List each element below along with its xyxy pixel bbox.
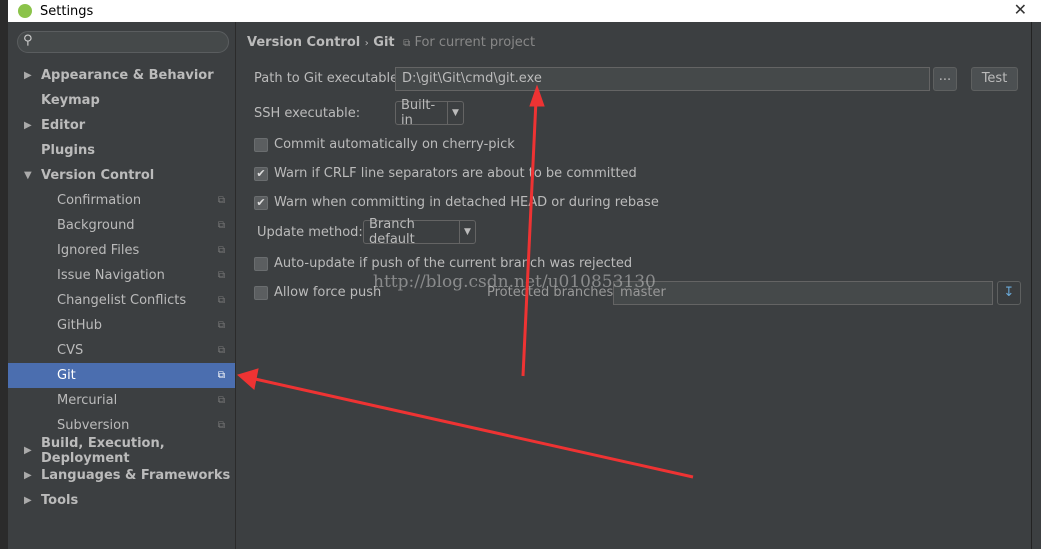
arrow-head-path [529,84,545,107]
arrow-to-path [521,99,538,377]
arrow-to-git [254,377,694,479]
arrow-head-git [236,368,259,390]
annotation-arrows [236,84,694,479]
